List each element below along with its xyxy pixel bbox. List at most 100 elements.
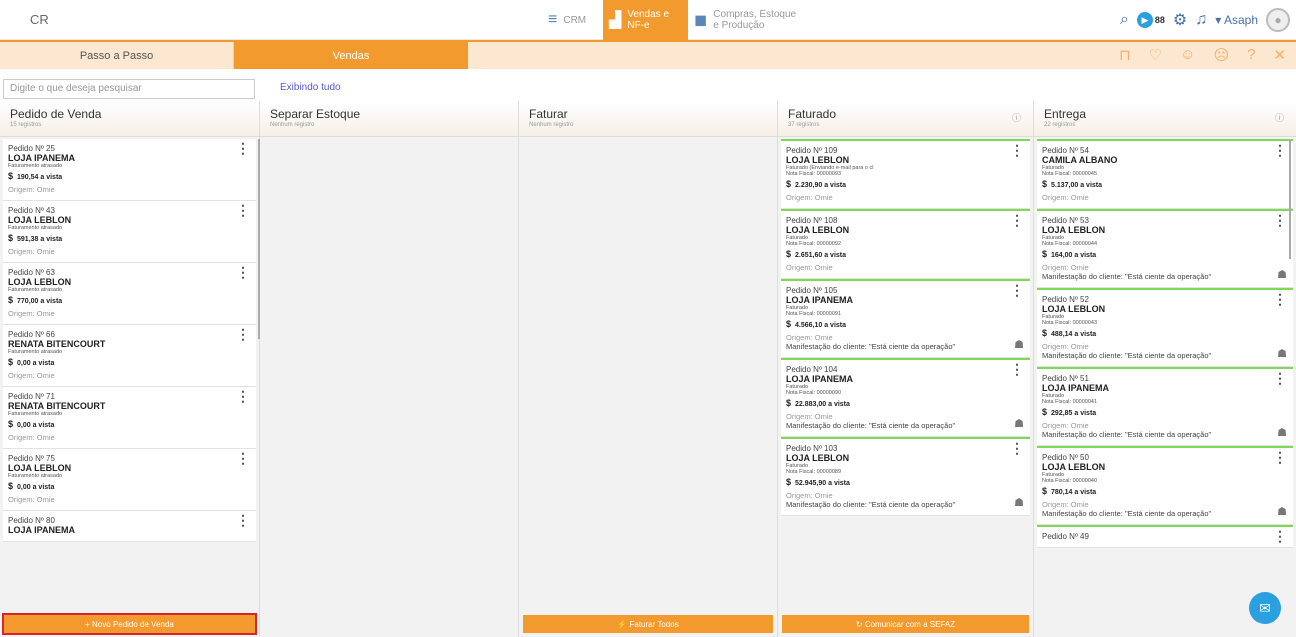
avatar[interactable]: ● (1266, 8, 1290, 32)
more-options-icon[interactable]: ⋮ (236, 451, 250, 465)
user-agent-icon[interactable]: ☗ (1277, 426, 1287, 439)
order-number: Pedido Nº 109 (786, 146, 838, 155)
search-icon[interactable]: ⌕ (1120, 11, 1129, 29)
play-icon[interactable]: ▶ (1136, 12, 1153, 28)
order-card[interactable]: Pedido Nº 103 LOJA LEBLON Faturado Nota Fis… (781, 437, 1030, 516)
order-card[interactable]: Pedido Nº 108 LOJA LEBLON Faturado Nota Fis… (781, 209, 1030, 279)
column-count: 15 registros (10, 122, 42, 128)
new-order-button[interactable]: + Novo Pedido de Venda (2, 613, 257, 635)
company-logo[interactable]: CR (30, 12, 49, 27)
order-value: $488,14 a vista (1042, 328, 1288, 338)
more-options-icon[interactable]: ⋮ (1010, 213, 1024, 227)
order-status: Faturamento atrasado (8, 473, 63, 479)
more-options-icon[interactable]: ⋮ (1010, 362, 1024, 376)
column-count: 22 registros (1044, 122, 1076, 128)
order-card[interactable]: Pedido Nº 43 LOJA LEBLON Faturamento atras… (3, 201, 256, 263)
order-card[interactable]: Pedido Nº 71 RENATA BITENCOURT Faturamento… (3, 387, 256, 449)
sefaz-button[interactable]: ↻ Comunicar com a SEFAZ (782, 615, 1029, 633)
currency-symbol: $ (8, 295, 14, 305)
client-name: LOJA LEBLON (8, 215, 72, 225)
more-options-icon[interactable]: ⋮ (1273, 292, 1287, 306)
order-value-text: 2.651,60 a vista (795, 252, 847, 259)
order-card[interactable]: Pedido Nº 53 LOJA LEBLON Faturado Nota Fisc… (1037, 209, 1293, 288)
search-input[interactable]: Digite o que deseja pesquisar (3, 79, 255, 99)
info-icon[interactable]: ⓘ (1275, 111, 1284, 124)
more-options-icon[interactable]: ⋮ (1273, 213, 1287, 227)
more-options-icon[interactable]: ⋮ (1273, 529, 1287, 543)
order-origin: Origem: Omie (786, 263, 833, 272)
more-options-icon[interactable]: ⋮ (236, 265, 250, 279)
column-header: Faturar Nenhum registro (519, 101, 777, 137)
info-icon[interactable]: ⓘ (1012, 111, 1021, 124)
order-card[interactable]: Pedido Nº 51 LOJA IPANEMA Faturado Nota Fis… (1037, 367, 1293, 446)
order-value: $164,00 a vista (1042, 249, 1288, 259)
order-origin: Origem: Omie (786, 333, 833, 342)
order-number: Pedido Nº 108 (786, 216, 838, 225)
order-card[interactable]: Pedido Nº 66 RENATA BITENCOURT Faturamento… (3, 325, 256, 387)
bell-icon[interactable]: ♫ (1195, 11, 1207, 29)
user-agent-icon[interactable]: ☗ (1014, 496, 1024, 509)
more-options-icon[interactable]: ⋮ (236, 203, 250, 217)
order-value-text: 22.883,00 a vista (795, 401, 850, 408)
more-options-icon[interactable]: ⋮ (1273, 450, 1287, 464)
order-card[interactable]: Pedido Nº 52 LOJA LEBLON Faturado Nota Fisc… (1037, 288, 1293, 367)
more-options-icon[interactable]: ⋮ (1010, 143, 1024, 157)
close-icon[interactable]: ✕ (1273, 46, 1286, 64)
column-header: Separar Estoque Nenhum registro (260, 101, 518, 137)
more-options-icon[interactable]: ⋮ (236, 389, 250, 403)
filter-showing-all[interactable]: Exibindo tudo (280, 82, 341, 93)
module-vendas[interactable]: ▟ Vendas e NF-e (603, 0, 688, 40)
user-agent-icon[interactable]: ☗ (1277, 505, 1287, 518)
smile-icon[interactable]: ☺ (1180, 46, 1195, 64)
order-card[interactable]: Pedido Nº 80 LOJA IPANEMA ⋮ (3, 511, 256, 542)
tab-vendas[interactable]: Vendas (234, 42, 468, 69)
order-origin: Origem: Omie (786, 193, 833, 202)
more-options-icon[interactable]: ⋮ (236, 327, 250, 341)
order-origin: Origem: Omie (8, 185, 55, 194)
currency-symbol: $ (786, 477, 792, 487)
user-menu[interactable]: ▾ Asaph (1215, 13, 1258, 27)
qr-icon[interactable]: 88 (1155, 15, 1165, 25)
order-status: Faturamento atrasado (8, 287, 63, 293)
tab-actions: ⊓ ♡ ☺ ☹ ? ✕ (1119, 46, 1286, 64)
help-icon[interactable]: ? (1247, 46, 1255, 64)
more-options-icon[interactable]: ⋮ (1010, 441, 1024, 455)
module-crm[interactable]: ≡ CRM (548, 0, 586, 40)
client-manifest: Manifestação do cliente: "Está ciente da… (1042, 351, 1212, 360)
tab-passo-a-passo[interactable]: Passo a Passo (0, 42, 234, 69)
column-header: Faturado 37 registros ⓘ (778, 101, 1033, 137)
order-card[interactable]: Pedido Nº 25 LOJA IPANEMA Faturamento atra… (3, 139, 256, 201)
user-agent-icon[interactable]: ☗ (1277, 347, 1287, 360)
order-card[interactable]: Pedido Nº 109 LOJA LEBLON Faturado (Envian… (781, 139, 1030, 209)
currency-symbol: $ (1042, 328, 1048, 338)
more-options-icon[interactable]: ⋮ (1273, 143, 1287, 157)
unlock-icon[interactable]: ⊓ (1119, 46, 1131, 64)
sad-icon[interactable]: ☹ (1213, 46, 1229, 64)
order-card[interactable]: Pedido Nº 50 LOJA LEBLON Faturado Nota Fisc… (1037, 446, 1293, 525)
order-card[interactable]: Pedido Nº 75 LOJA LEBLON Faturamento atras… (3, 449, 256, 511)
more-options-icon[interactable]: ⋮ (236, 141, 250, 155)
more-options-icon[interactable]: ⋮ (236, 513, 250, 527)
module-compras[interactable]: ◼ Compras, Estoque e Produção (694, 0, 796, 40)
user-agent-icon[interactable]: ☗ (1014, 338, 1024, 351)
user-agent-icon[interactable]: ☗ (1014, 417, 1024, 430)
scrollbar[interactable] (1289, 139, 1291, 259)
order-card[interactable]: Pedido Nº 49 ⋮ (1037, 525, 1293, 548)
invoice-all-button[interactable]: ⚡ Faturar Todos (523, 615, 773, 633)
more-options-icon[interactable]: ⋮ (1010, 283, 1024, 297)
heart-icon[interactable]: ♡ (1149, 46, 1162, 64)
order-card[interactable]: Pedido Nº 105 LOJA IPANEMA Faturado Nota Fi… (781, 279, 1030, 358)
order-card[interactable]: Pedido Nº 63 LOJA LEBLON Faturamento atras… (3, 263, 256, 325)
order-card[interactable]: Pedido Nº 104 LOJA IPANEMA Faturado Nota Fi… (781, 358, 1030, 437)
currency-symbol: $ (786, 319, 792, 329)
more-options-icon[interactable]: ⋮ (1273, 371, 1287, 385)
client-name: LOJA LEBLON (786, 225, 850, 235)
column-separar-estoque: Separar Estoque Nenhum registro (260, 101, 519, 637)
client-name: LOJA IPANEMA (786, 374, 854, 384)
order-number: Pedido Nº 80 (8, 516, 55, 525)
user-agent-icon[interactable]: ☗ (1277, 268, 1287, 281)
chat-icon[interactable]: ✉ (1249, 592, 1281, 624)
gear-icon[interactable]: ⚙ (1173, 10, 1187, 30)
order-card[interactable]: Pedido Nº 54 CAMILA ALBANO Faturado Nota Fi… (1037, 139, 1293, 209)
column-faturado: Faturado 37 registros ⓘ Pedido Nº 109 LOJ… (778, 101, 1034, 637)
